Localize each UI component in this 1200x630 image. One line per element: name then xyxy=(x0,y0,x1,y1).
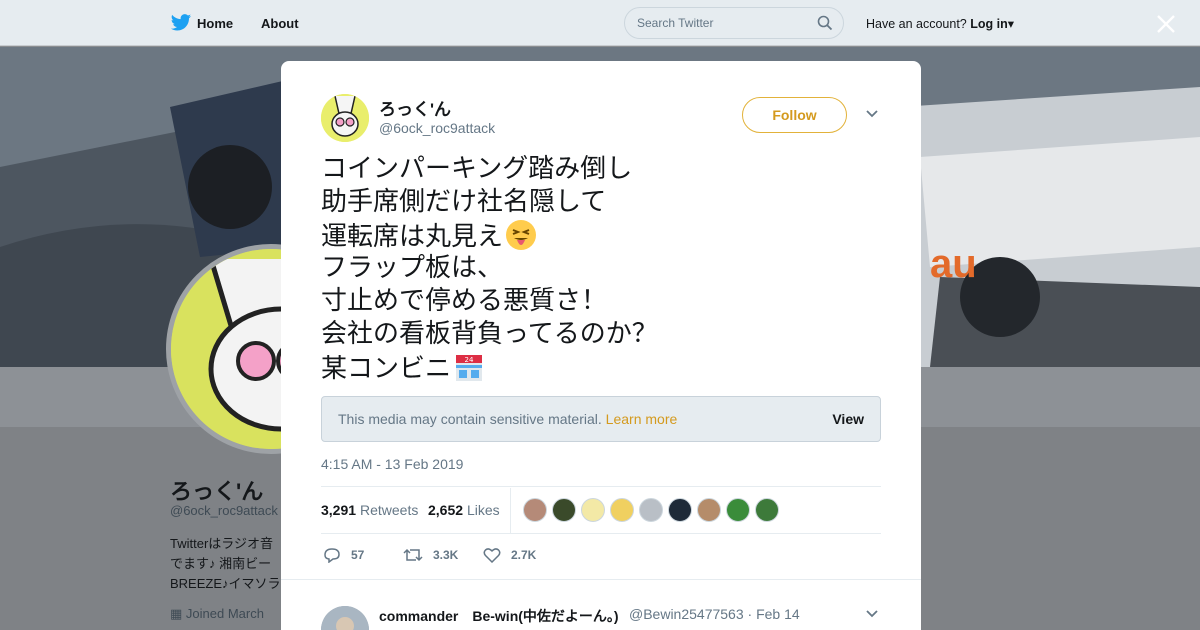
divider xyxy=(321,486,881,487)
chevron-down-icon[interactable] xyxy=(865,109,879,119)
tweet-line: 某コンビニ 24 xyxy=(321,351,891,384)
tweet-line-text: フラップ板は、 xyxy=(321,253,504,283)
retweet-action[interactable]: 3.3K xyxy=(403,545,458,565)
reply-author-handle[interactable]: @Bewin25477563 · Feb 14 xyxy=(629,606,800,622)
login-link[interactable]: Log in xyxy=(970,17,1008,31)
close-icon[interactable] xyxy=(1155,13,1177,35)
tweet-line: コインパーキング踏み倒し xyxy=(321,153,891,186)
tweet-line-text: 運転席は丸見え xyxy=(321,222,504,252)
svg-text:au: au xyxy=(930,242,977,286)
tweet-line: フラップ板は、 xyxy=(321,252,891,285)
learn-more-link[interactable]: Learn more xyxy=(606,411,678,427)
likes-label[interactable]: Likes xyxy=(467,502,500,518)
profile-handle[interactable]: @6ock_roc9attack xyxy=(170,503,278,518)
stats-separator xyxy=(510,488,511,534)
profile-joined: ▦ Joined March xyxy=(170,606,264,622)
chevron-down-icon[interactable] xyxy=(865,609,879,619)
tweet-line-text: コインパーキング踏み倒し xyxy=(321,154,633,184)
account-prompt: Have an account? Log in▾ xyxy=(866,16,1014,31)
search-icon[interactable] xyxy=(817,15,833,31)
nav-home-link[interactable]: Home xyxy=(197,16,233,31)
retweets-count[interactable]: 3,291 xyxy=(321,502,356,518)
reply-author-avatar[interactable] xyxy=(321,606,369,630)
liker-avatar[interactable] xyxy=(755,498,779,522)
bio-line: Twitterはラジオ音 xyxy=(170,536,274,551)
liker-avatar[interactable] xyxy=(639,498,663,522)
bio-line: BREEZE♪イマソラ xyxy=(170,576,280,591)
liker-avatar[interactable] xyxy=(523,498,547,522)
tweet-line: 助手席側だけ社名隠して xyxy=(321,186,891,219)
follow-button[interactable]: Follow xyxy=(742,97,847,133)
caret-down-icon[interactable]: ▾ xyxy=(1008,17,1014,31)
tweet-modal: ろっく'ん @6ock_roc9attack Follow コインパーキング踏み… xyxy=(281,61,921,630)
retweet-icon[interactable] xyxy=(403,547,423,563)
top-navigation-bar: Home About Search Twitter Have an accoun… xyxy=(0,0,1200,46)
view-media-button[interactable]: View xyxy=(832,411,864,427)
tweet-line: 会社の看板背負ってるのか？ xyxy=(321,318,891,351)
reply-icon[interactable] xyxy=(323,547,341,563)
reply-count: 57 xyxy=(351,548,365,562)
like-action[interactable]: 2.7K xyxy=(483,545,536,565)
bio-line: でます♪ 湘南ビー xyxy=(170,556,272,571)
liker-avatar[interactable] xyxy=(581,498,605,522)
sensitive-notice-message: This media may contain sensitive materia… xyxy=(338,411,602,427)
liker-avatar[interactable] xyxy=(668,498,692,522)
retweet-action-count: 3.3K xyxy=(433,548,459,562)
tweet-line: 寸止めで停める悪質さ！ xyxy=(321,285,891,318)
search-input[interactable]: Search Twitter xyxy=(624,7,844,39)
tweet-line-text: 寸止めで停める悪質さ！ xyxy=(321,286,608,316)
search-placeholder: Search Twitter xyxy=(637,16,714,30)
reply-author-name[interactable]: commander Be-win(中佐だよーん。) xyxy=(379,606,619,626)
tongue-wink-emoji-icon xyxy=(506,220,537,250)
retweets-label[interactable]: Retweets xyxy=(360,502,418,518)
like-action-count: 2.7K xyxy=(511,548,537,562)
tweet-line-text: 会社の看板背負ってるのか？ xyxy=(321,319,658,349)
tweet-timestamp[interactable]: 4:15 AM - 13 Feb 2019 xyxy=(321,456,463,472)
tweet-line-text: 某コンビニ xyxy=(321,354,452,384)
profile-bio: Twitterはラジオ音 でます♪ 湘南ビー BREEZE♪イマソラ xyxy=(170,534,280,594)
author-name[interactable]: ろっく'ん xyxy=(379,95,451,120)
nav-about-link[interactable]: About xyxy=(261,16,299,31)
tweet-line-text: 助手席側だけ社名隠して xyxy=(321,187,607,217)
sensitive-notice-text: This media may contain sensitive materia… xyxy=(338,411,677,427)
liker-avatar[interactable] xyxy=(726,498,750,522)
svg-text:24: 24 xyxy=(465,356,474,364)
liker-avatar[interactable] xyxy=(610,498,634,522)
heart-icon[interactable] xyxy=(483,547,501,563)
sensitive-media-notice: This media may contain sensitive materia… xyxy=(321,396,881,442)
liker-avatar[interactable] xyxy=(697,498,721,522)
liker-avatar[interactable] xyxy=(552,498,576,522)
divider xyxy=(281,579,921,580)
tweet-line: 運転席は丸見え xyxy=(321,219,891,252)
reply-action[interactable]: 57 xyxy=(323,545,364,565)
liker-avatars xyxy=(523,498,779,522)
divider xyxy=(321,533,881,534)
author-avatar[interactable] xyxy=(321,94,369,142)
twitter-bird-icon[interactable] xyxy=(170,13,192,33)
tweet-text: コインパーキング踏み倒し 助手席側だけ社名隠して 運転席は丸見え フラップ板は、… xyxy=(321,153,891,384)
account-prompt-text: Have an account? xyxy=(866,17,967,31)
joined-text: Joined March xyxy=(185,606,264,621)
likes-count[interactable]: 2,652 xyxy=(428,502,463,518)
author-handle[interactable]: @6ock_roc9attack xyxy=(379,120,495,136)
calendar-icon: ▦ xyxy=(170,606,183,621)
profile-name: ろっく'ん xyxy=(170,479,264,504)
convenience-store-emoji-icon: 24 xyxy=(456,355,483,381)
